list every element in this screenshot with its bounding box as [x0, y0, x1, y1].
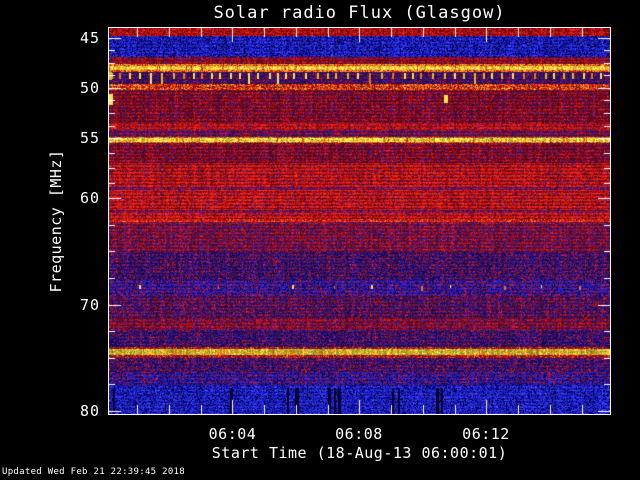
x-tick-label: 06:12 [462, 425, 510, 443]
chart-title: Solar radio Flux (Glasgow) [213, 3, 506, 23]
x-tick-label: 06:04 [208, 425, 257, 443]
spectrogram-plot-frame [108, 27, 611, 415]
y-tick-label: 80 [79, 401, 100, 420]
updated-timestamp: Updated Wed Feb 21 22:39:45 2018 [2, 467, 185, 477]
y-tick-label: 45 [79, 28, 100, 47]
y-axis-label: Frequency [MHz] [47, 149, 65, 293]
x-tick-label: 06:08 [335, 425, 383, 443]
spectrogram-canvas [109, 28, 610, 414]
solar-radio-flux-screen: Solar radio Flux (Glasgow) 45 50 55 60 70 80 … [0, 0, 640, 480]
x-axis-label: Start Time (18-Aug-13 06:00:01) [211, 444, 508, 462]
y-tick-label: 50 [79, 78, 100, 97]
